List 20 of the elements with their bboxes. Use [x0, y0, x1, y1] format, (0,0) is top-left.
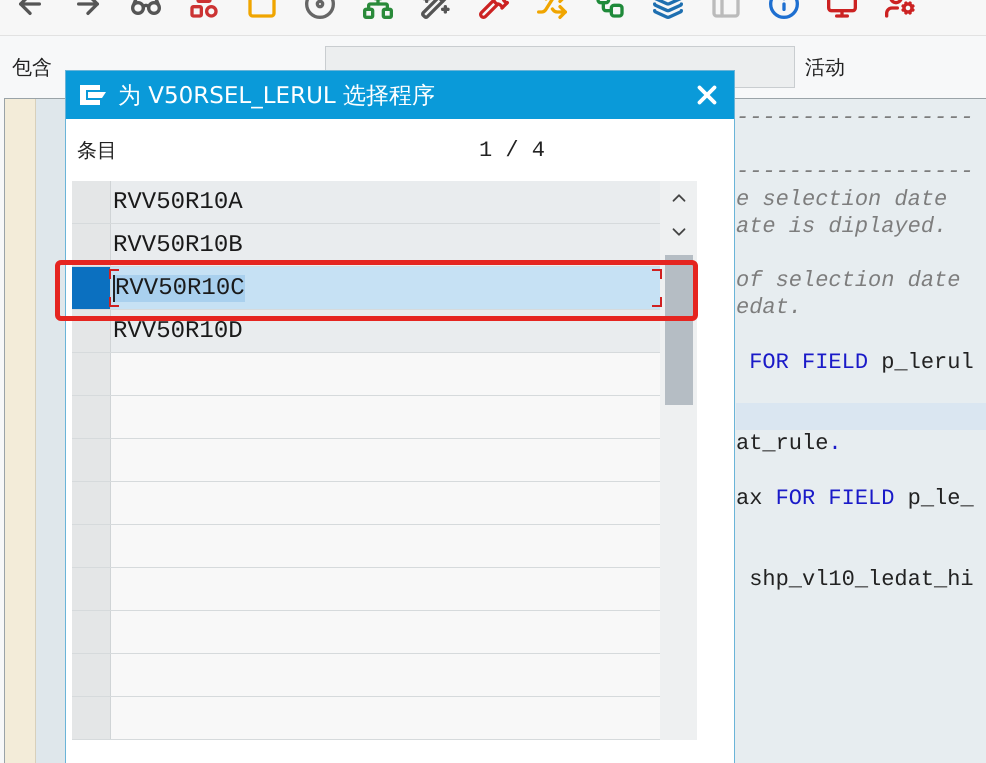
- dialog-title: 为 V50RSEL_LERUL 选择程序: [118, 82, 436, 110]
- code-line: at_rule.: [736, 430, 843, 458]
- code-line: ate is diplayed.: [736, 212, 948, 240]
- code-line: ------------------: [736, 158, 975, 186]
- code-line: ax FOR FIELD p_le_: [736, 484, 975, 512]
- code-line: of selection date: [736, 267, 962, 294]
- code-line: FOR FIELD p_lerul: [748, 348, 975, 376]
- entry-counter: 1 / 4: [479, 138, 546, 162]
- status-text: 活动: [805, 54, 845, 80]
- field-label: 包含: [12, 54, 53, 80]
- code-line: edat.: [736, 294, 804, 322]
- code-line: shp_vl10_ledat_hi: [748, 566, 975, 594]
- scroll-thumb[interactable]: [664, 255, 692, 405]
- list-item[interactable]: RVV50R10C: [110, 267, 660, 309]
- code-line: ------------------: [736, 104, 975, 132]
- dialog-icon: [78, 83, 108, 107]
- code-line: e selection date: [736, 186, 948, 213]
- entries-label: 条目: [77, 136, 118, 164]
- list-item[interactable]: RVV50R10A: [110, 181, 660, 223]
- scrollbar[interactable]: [660, 181, 697, 740]
